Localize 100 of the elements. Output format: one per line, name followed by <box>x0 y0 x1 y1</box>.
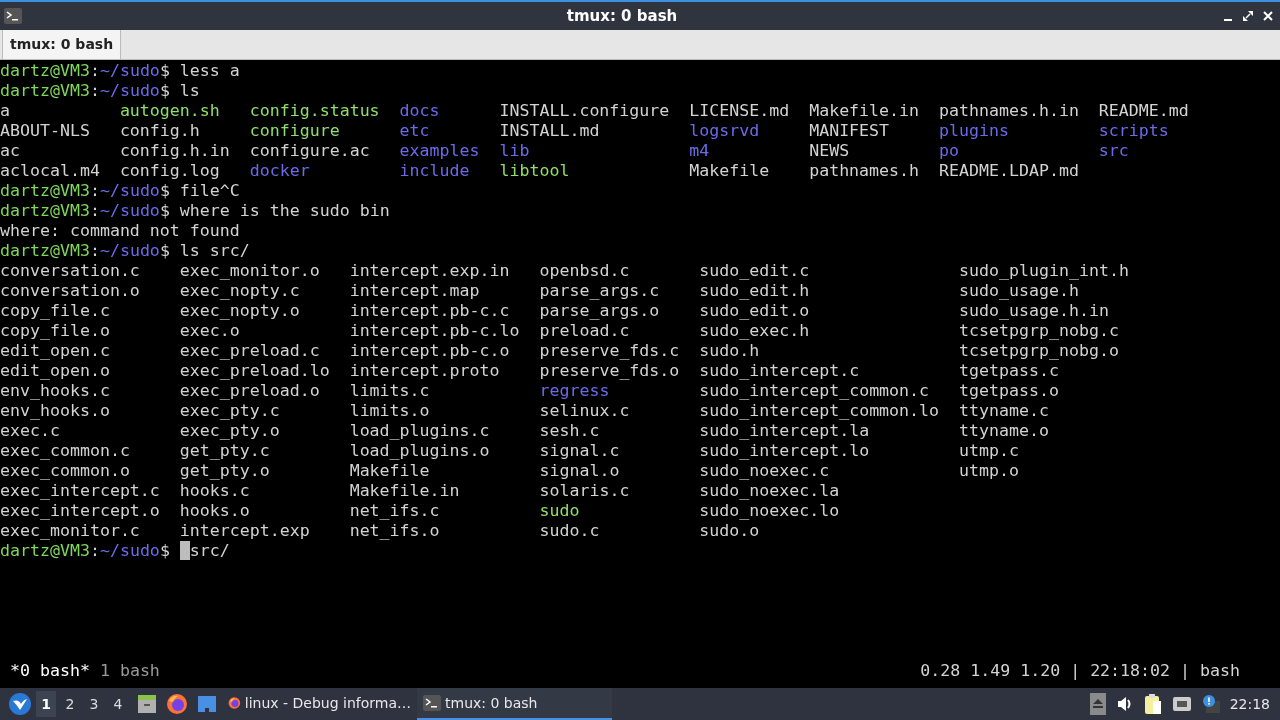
tmux-window-tab[interactable]: 1 bash <box>99 661 160 681</box>
file-name: intercept.pb-c.o <box>349 341 510 361</box>
command-text: src/ <box>189 541 230 561</box>
notification-icon[interactable] <box>1201 695 1220 713</box>
maximize-icon[interactable] <box>1242 10 1254 22</box>
command-text: less a <box>179 61 240 81</box>
file-name: NEWS <box>809 141 850 161</box>
file-name: README.LDAP.md <box>939 161 1079 181</box>
file-name: tgetpass.o <box>959 381 1059 401</box>
file-name: ttyname.c <box>959 401 1049 421</box>
file-name: tcsetpgrp_nobg.c <box>959 321 1119 341</box>
file-name: get_pty.c <box>179 441 270 461</box>
clock: 22:18 <box>1229 696 1270 712</box>
file-name: scripts <box>1098 121 1169 141</box>
file-name: sudo_edit.c <box>699 261 810 281</box>
file-name: MANIFEST <box>809 121 890 141</box>
file-name: utmp.c <box>959 441 1019 461</box>
file-name: conversation.c <box>0 261 140 281</box>
file-name: edit_open.c <box>0 341 110 361</box>
taskbar-task[interactable]: linux - Debug informa… <box>222 688 417 720</box>
shell-prompt: dartz@VM3:~/sudo$ <box>0 541 170 561</box>
file-name: sudo.c <box>539 521 600 541</box>
file-name: pathnames.h <box>809 161 920 181</box>
file-name: exec_preload.c <box>179 341 320 361</box>
file-name: sudo_edit.o <box>699 301 810 321</box>
workspace-button[interactable]: 4 <box>108 691 128 717</box>
window-menu-icon[interactable] <box>4 8 22 24</box>
eject-icon[interactable] <box>1089 693 1106 715</box>
workspace-button[interactable]: 1 <box>36 691 56 717</box>
file-name: openbsd.c <box>539 261 630 281</box>
file-name: sudo_exec.h <box>699 321 810 341</box>
file-name: load_plugins.o <box>349 441 490 461</box>
file-name: exec_intercept.o <box>0 501 160 521</box>
file-name: sudo_intercept.c <box>699 361 860 381</box>
shell-prompt: dartz@VM3:~/sudo$ <box>0 241 170 261</box>
file-name: ac <box>0 141 20 161</box>
file-name: src <box>1098 141 1129 161</box>
file-name: parse_args.o <box>539 301 660 321</box>
file-name: pathnames.h.in <box>939 101 1079 121</box>
file-name: net_ifs.c <box>349 501 440 521</box>
file-name: exec.o <box>179 321 240 341</box>
close-icon[interactable] <box>1262 10 1274 22</box>
file-name: Makefile.in <box>349 481 460 501</box>
file-name: exec_nopty.c <box>179 281 300 301</box>
file-name: ABOUT-NLS <box>0 121 90 141</box>
file-name: m4 <box>689 141 710 161</box>
file-name: intercept.map <box>349 281 480 301</box>
file-name: config.h.in <box>119 141 230 161</box>
file-name: sudo_intercept_common.c <box>699 381 930 401</box>
file-name: copy_file.o <box>0 321 110 341</box>
file-name: signal.o <box>539 461 620 481</box>
file-name: Makefile <box>689 161 770 181</box>
clipboard-icon[interactable] <box>1143 693 1162 715</box>
file-name: Makefile.in <box>809 101 920 121</box>
shell-prompt: dartz@VM3:~/sudo$ <box>0 181 170 201</box>
file-name: load_plugins.c <box>349 421 490 441</box>
file-name: exec_preload.lo <box>179 361 330 381</box>
browser-icon[interactable] <box>166 693 188 715</box>
command-text: ls <box>179 81 200 101</box>
file-name: sudo_intercept_common.lo <box>699 401 940 421</box>
file-name: configure.ac <box>249 141 370 161</box>
file-name: exec_monitor.c <box>0 521 140 541</box>
network-icon[interactable] <box>1171 695 1192 713</box>
app-menu-icon[interactable] <box>8 692 32 716</box>
file-name: sudo_intercept.lo <box>699 441 870 461</box>
file-name: configure <box>249 121 340 141</box>
file-name: env_hooks.o <box>0 401 110 421</box>
tab[interactable]: tmux: 0 bash <box>2 28 122 59</box>
file-name: preload.c <box>539 321 630 341</box>
workspace-button[interactable]: 3 <box>84 691 104 717</box>
file-name: config.status <box>249 101 380 121</box>
file-name: conversation.o <box>0 281 140 301</box>
file-name: autogen.sh <box>119 101 220 121</box>
file-name: exec.c <box>0 421 60 441</box>
file-name: solaris.c <box>539 481 630 501</box>
file-name: exec_monitor.o <box>179 261 320 281</box>
file-name: limits.o <box>349 401 430 421</box>
file-cabinet-icon[interactable] <box>136 693 158 715</box>
output-text: where: command not found <box>0 221 241 241</box>
file-name: intercept.proto <box>349 361 500 381</box>
file-name: INSTALL.configure <box>499 101 670 121</box>
file-name: hooks.c <box>179 481 250 501</box>
window-icon[interactable] <box>196 693 218 715</box>
file-name: sudo_plugin_int.h <box>959 261 1129 281</box>
file-name: regress <box>539 381 610 401</box>
tmux-window-tab[interactable]: *0 bash* <box>10 661 90 681</box>
file-name: exec_pty.c <box>179 401 280 421</box>
file-name: LICENSE.md <box>689 101 790 121</box>
file-name: README.md <box>1098 101 1189 121</box>
taskbar-task[interactable]: tmux: 0 bash <box>417 688 612 720</box>
command-text: file^C <box>179 181 240 201</box>
command-text: ls src/ <box>179 241 250 261</box>
file-name: copy_file.c <box>0 301 110 321</box>
file-name: include <box>399 161 470 181</box>
file-name: limits.c <box>349 381 430 401</box>
file-name: plugins <box>939 121 1009 141</box>
file-name: sudo_edit.h <box>699 281 810 301</box>
file-name: lib <box>499 141 530 161</box>
workspace-button[interactable]: 2 <box>60 691 80 717</box>
file-name: signal.c <box>539 441 620 461</box>
